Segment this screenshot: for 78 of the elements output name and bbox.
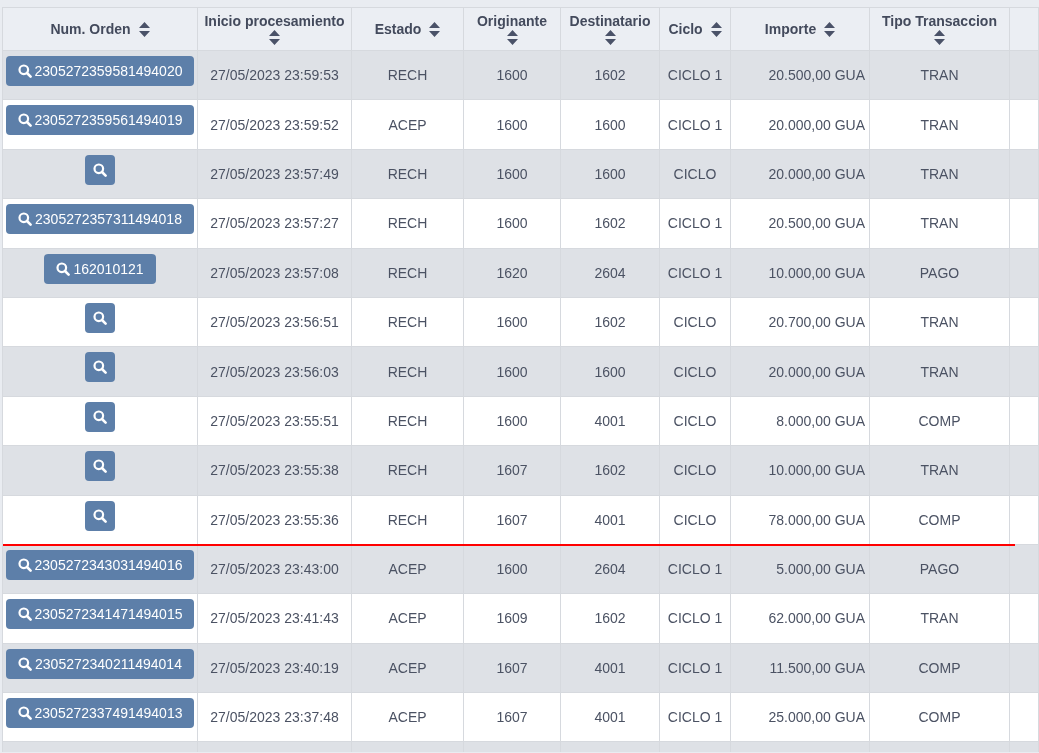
search-icon	[17, 64, 32, 78]
search-icon	[18, 656, 33, 671]
table-cell: 27/05/2023 23:57:27	[198, 199, 352, 249]
table-cell: ACEP	[352, 100, 464, 150]
search-button[interactable]	[85, 154, 115, 185]
search-icon	[18, 212, 33, 227]
table-cell: TRAN	[870, 347, 1010, 397]
search-button[interactable]	[85, 401, 115, 432]
table-cell: 2604	[561, 248, 660, 298]
table-cell: 1600	[464, 199, 561, 249]
search-icon	[93, 409, 107, 424]
table-cell: PAGO	[870, 248, 1010, 298]
table-cell: 1602	[561, 594, 660, 644]
order-number-button[interactable]: 2305272359561494019	[5, 105, 195, 136]
table-cell: CICLO	[660, 347, 731, 397]
table-cell: RECH	[352, 248, 464, 298]
table-cell: CICLO 1	[660, 100, 731, 150]
sort-icon[interactable]	[506, 30, 518, 45]
table-cell: 1600	[464, 347, 561, 397]
table-cell: 20.500,00 GUA	[731, 199, 870, 249]
table-cell: CICLO 1	[660, 199, 731, 249]
search-icon	[93, 162, 107, 177]
search-icon	[17, 557, 32, 572]
search-icon	[93, 360, 107, 375]
table-cell: TRAN	[870, 199, 1010, 249]
table-cell: 1600	[561, 100, 660, 150]
table-cell: 10.000,00 GUA	[731, 446, 870, 496]
table-cell: CICLO 1	[660, 248, 731, 298]
sort-icon[interactable]	[138, 21, 150, 37]
table-cell: 10.000,00 GUA	[731, 248, 870, 298]
sort-icon[interactable]	[710, 21, 722, 37]
table-cell: 27/05/2023 23:57:08	[198, 248, 352, 298]
sort-icon[interactable]	[934, 30, 945, 45]
table-cell: 20.000,00 GUA	[731, 100, 870, 150]
table-cell: CICLO	[660, 446, 731, 496]
table-cell: RECH	[352, 446, 464, 496]
table-cell: 1600	[464, 100, 561, 150]
order-number-button[interactable]: 162010121	[44, 253, 156, 284]
search-button[interactable]	[85, 302, 115, 333]
table-cell: 1600	[561, 347, 660, 397]
table-cell: RECH	[352, 347, 464, 397]
table-cell: 62.000,00 GUA	[731, 594, 870, 644]
table-cell: TRAN	[870, 446, 1010, 496]
order-number-button[interactable]: 2305272341471494015	[5, 599, 195, 630]
sort-icon[interactable]	[604, 30, 616, 45]
order-number-button[interactable]: 2305272340211494014	[6, 648, 194, 679]
table-cell: 1607	[464, 446, 561, 496]
order-number-button[interactable]: 2305272359581494020	[5, 56, 195, 86]
search-icon	[93, 459, 107, 474]
table-cell: 1602	[561, 199, 660, 249]
table-cell: 27/05/2023 23:55:38	[198, 446, 352, 496]
search-button[interactable]	[85, 500, 115, 531]
search-icon	[93, 508, 107, 523]
search-icon	[17, 706, 32, 721]
search-icon	[17, 607, 32, 622]
table-cell: TRAN	[870, 594, 1010, 644]
order-number-button[interactable]: 2305272357311494018	[6, 204, 194, 235]
sort-icon[interactable]	[269, 30, 280, 45]
table-cell: 1620	[464, 248, 561, 298]
sort-icon[interactable]	[824, 21, 836, 37]
search-icon	[93, 310, 107, 325]
table-cell: 1609	[464, 594, 561, 644]
search-button[interactable]	[85, 352, 115, 383]
table-cell: ACEP	[352, 594, 464, 644]
table-cell: TRAN	[870, 100, 1010, 150]
search-button[interactable]	[85, 451, 115, 482]
table-cell: 27/05/2023 23:56:03	[198, 347, 352, 397]
table-cell: 1602	[561, 446, 660, 496]
order-number-button[interactable]: 2305272343031494016	[5, 549, 195, 580]
sort-icon[interactable]	[429, 21, 441, 37]
table-cell: RECH	[352, 199, 464, 249]
table-cell: 20.000,00 GUA	[731, 347, 870, 397]
search-icon	[56, 261, 71, 276]
table-cell: CICLO 1	[660, 594, 731, 644]
search-icon	[17, 113, 32, 128]
table-cell: 27/05/2023 23:41:43	[198, 594, 352, 644]
order-number-button[interactable]: 2305272337491494013	[5, 698, 195, 729]
table-cell: 27/05/2023 23:59:52	[198, 100, 352, 150]
